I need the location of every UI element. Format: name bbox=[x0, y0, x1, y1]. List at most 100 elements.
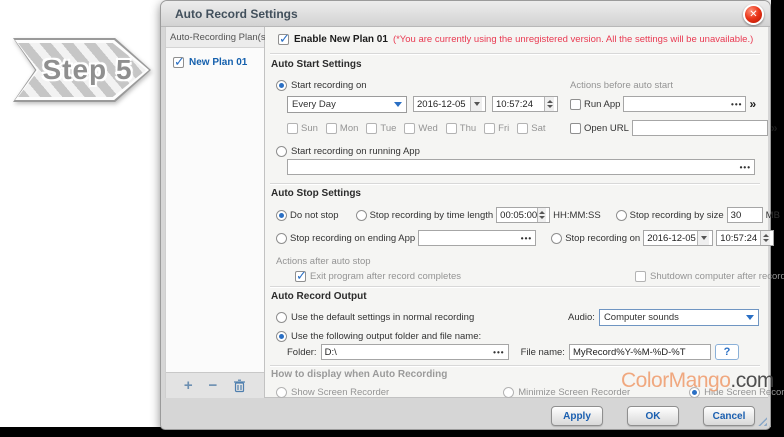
start-time-spinner[interactable]: 10:57:24 bbox=[492, 96, 558, 112]
run-app-checkbox[interactable] bbox=[570, 99, 581, 110]
actions-after-label: Actions after auto stop bbox=[276, 253, 371, 269]
ending-app-field[interactable]: ••• bbox=[418, 230, 536, 246]
running-app-field[interactable]: ••• bbox=[287, 159, 755, 175]
time-spin-icon[interactable] bbox=[760, 231, 770, 245]
schedule-row: Every Day 2016-12-05 10:57:24 bbox=[287, 96, 558, 112]
browse-dots-icon[interactable]: ••• bbox=[728, 100, 742, 109]
auto-start-header: Auto Start Settings bbox=[271, 59, 362, 70]
day-thu-label: Thu bbox=[460, 123, 476, 134]
open-url-label: Open URL bbox=[584, 123, 629, 134]
separator bbox=[270, 286, 760, 287]
stop-time-value: 10:57:24 bbox=[720, 233, 757, 244]
unregistered-note: (*You are currently using the unregister… bbox=[393, 34, 753, 45]
folder-value: D:\ bbox=[325, 347, 337, 358]
frequency-value: Every Day bbox=[292, 99, 336, 110]
plan-list-item[interactable]: New Plan 01 bbox=[166, 57, 264, 68]
time-spin-icon[interactable] bbox=[544, 97, 554, 111]
browse-dots-icon[interactable]: ••• bbox=[737, 163, 751, 172]
day-wed-label: Wed bbox=[418, 123, 437, 134]
stop-by-time-radio[interactable] bbox=[356, 210, 367, 221]
stop-mode-row: Do not stop Stop recording by time lengt… bbox=[276, 207, 780, 223]
weekday-row: Sun Mon Tue Wed Thu Fri Sat bbox=[287, 120, 546, 136]
dialog-titlebar[interactable]: Auto Record Settings ✕ bbox=[161, 1, 770, 27]
audio-row: Audio: Computer sounds bbox=[568, 309, 759, 325]
separator bbox=[270, 53, 760, 54]
question-icon: ? bbox=[724, 346, 731, 358]
start-recording-on-radio[interactable] bbox=[276, 80, 287, 91]
day-mon-checkbox[interactable] bbox=[326, 123, 337, 134]
day-sun-checkbox[interactable] bbox=[287, 123, 298, 134]
stop-on-datetime-radio[interactable] bbox=[551, 233, 562, 244]
run-app-expand-icon[interactable]: » bbox=[749, 98, 756, 110]
enable-plan-checkbox[interactable] bbox=[278, 34, 289, 45]
stop-time-spinner[interactable]: 10:57:24 bbox=[716, 230, 774, 246]
use-default-row: Use the default settings in normal recor… bbox=[276, 309, 474, 325]
delete-plan-button[interactable] bbox=[233, 379, 246, 393]
show-recorder-radio[interactable] bbox=[276, 387, 287, 398]
start-recording-on-label: Start recording on bbox=[291, 80, 367, 91]
day-sat-checkbox[interactable] bbox=[517, 123, 528, 134]
time-format-label: HH:MM:SS bbox=[553, 210, 601, 221]
stop-on-ending-app-radio[interactable] bbox=[276, 233, 287, 244]
stop-date-picker[interactable]: 2016-12-05 bbox=[643, 230, 713, 246]
day-tue-checkbox[interactable] bbox=[366, 123, 377, 134]
minimize-recorder-radio[interactable] bbox=[503, 387, 514, 398]
size-unit-label: MB bbox=[766, 210, 780, 221]
use-custom-radio[interactable] bbox=[276, 331, 287, 342]
open-url-field[interactable] bbox=[632, 120, 768, 136]
ok-button[interactable]: OK bbox=[627, 406, 679, 426]
settings-content: Enable New Plan 01 (*You are currently u… bbox=[265, 27, 768, 398]
stop-date-value: 2016-12-05 bbox=[647, 233, 696, 244]
use-default-radio[interactable] bbox=[276, 312, 287, 323]
close-icon: ✕ bbox=[749, 10, 757, 20]
open-url-expand-icon[interactable]: » bbox=[771, 122, 778, 134]
running-app-field-row: ••• bbox=[287, 159, 755, 175]
size-field[interactable]: 30 bbox=[727, 207, 763, 223]
start-on-app-row: Start recording on running App bbox=[276, 143, 420, 159]
open-url-checkbox[interactable] bbox=[570, 123, 581, 134]
auto-record-output-header: Auto Record Output bbox=[271, 291, 367, 302]
filename-field[interactable]: MyRecord%Y-%M-%D-%T bbox=[569, 344, 711, 360]
plan-label: New Plan 01 bbox=[189, 57, 247, 68]
add-plan-button[interactable]: + bbox=[184, 378, 193, 393]
stop-on-row: Stop recording on ending App ••• Stop re… bbox=[276, 230, 774, 246]
audio-select[interactable]: Computer sounds bbox=[599, 309, 759, 326]
start-on-app-radio[interactable] bbox=[276, 146, 287, 157]
day-fri-checkbox[interactable] bbox=[484, 123, 495, 134]
day-wed-checkbox[interactable] bbox=[404, 123, 415, 134]
start-recording-on-row: Start recording on bbox=[276, 77, 367, 93]
day-sun-label: Sun bbox=[301, 123, 318, 134]
filename-help-button[interactable]: ? bbox=[715, 344, 739, 360]
stop-by-size-radio[interactable] bbox=[616, 210, 627, 221]
resize-grip[interactable] bbox=[757, 416, 767, 426]
shutdown-checkbox[interactable] bbox=[635, 271, 646, 282]
day-thu-checkbox[interactable] bbox=[446, 123, 457, 134]
do-not-stop-radio[interactable] bbox=[276, 210, 287, 221]
show-recorder-label: Show Screen Recorder bbox=[291, 387, 389, 398]
close-button[interactable]: ✕ bbox=[743, 4, 764, 25]
run-app-label: Run App bbox=[584, 99, 620, 110]
cancel-button[interactable]: Cancel bbox=[703, 406, 755, 426]
run-app-field[interactable]: ••• bbox=[623, 96, 746, 112]
time-spin-icon[interactable] bbox=[537, 208, 546, 222]
enable-plan-label: Enable New Plan 01 bbox=[294, 34, 388, 45]
separator bbox=[270, 365, 760, 366]
auto-stop-header: Auto Stop Settings bbox=[271, 188, 361, 199]
time-length-spinner[interactable]: 00:05:00 bbox=[496, 207, 550, 223]
start-date-picker[interactable]: 2016-12-05 bbox=[413, 96, 486, 112]
audio-value: Computer sounds bbox=[604, 312, 679, 323]
date-dropdown-icon[interactable] bbox=[697, 231, 709, 245]
use-custom-row: Use the following output folder and file… bbox=[276, 328, 481, 344]
day-tue-label: Tue bbox=[380, 123, 396, 134]
frequency-select[interactable]: Every Day bbox=[287, 96, 407, 113]
folder-field[interactable]: D:\ ••• bbox=[321, 344, 509, 360]
apply-button[interactable]: Apply bbox=[551, 406, 603, 426]
date-dropdown-icon[interactable] bbox=[470, 97, 482, 111]
browse-dots-icon[interactable]: ••• bbox=[518, 234, 532, 243]
day-mon-label: Mon bbox=[340, 123, 358, 134]
plan-checkbox[interactable] bbox=[173, 57, 184, 68]
watermark-name: ColorMango bbox=[621, 369, 730, 392]
exit-program-checkbox[interactable] bbox=[295, 271, 306, 282]
remove-plan-button[interactable]: − bbox=[208, 378, 217, 393]
browse-dots-icon[interactable]: ••• bbox=[490, 348, 504, 357]
